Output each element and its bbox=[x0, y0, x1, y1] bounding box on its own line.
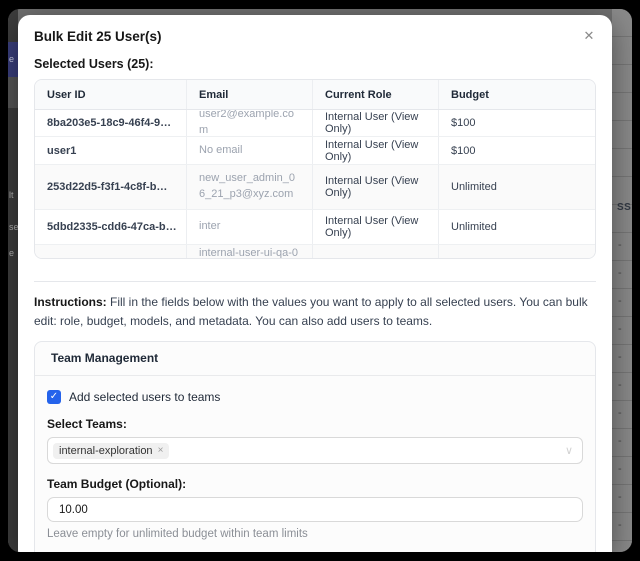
background-dash-value: - bbox=[618, 539, 630, 552]
column-header-current-role: Current Role bbox=[313, 80, 439, 109]
table-row: 8ba203e5-18c9-46f4-9…user2@example.comIn… bbox=[35, 110, 595, 137]
cell-budget: Unlimited bbox=[439, 210, 595, 244]
background-gray-button-fragment bbox=[8, 77, 18, 108]
selected-users-table: User ID Email Current Role Budget 8ba203… bbox=[34, 79, 596, 259]
divider bbox=[34, 281, 596, 282]
background-label-fragment: se bbox=[9, 222, 18, 232]
instructions-label: Instructions: bbox=[34, 295, 107, 309]
table-row: internal-user-ui-qa-06-28- bbox=[35, 245, 595, 259]
background-blue-button-fragment: e bbox=[8, 42, 18, 77]
team-management-card: Team Management ✓ Add selected users to … bbox=[34, 341, 596, 552]
remove-tag-icon[interactable]: × bbox=[158, 445, 164, 456]
close-icon[interactable]: ✕ bbox=[580, 27, 598, 45]
table-header-row: User ID Email Current Role Budget bbox=[35, 80, 595, 110]
background-dash-value: - bbox=[618, 511, 630, 539]
background-label-fragment: e bbox=[9, 248, 14, 258]
cell-email: internal-user-ui-qa-06-28- bbox=[187, 245, 313, 259]
background-label-fragment: lt bbox=[9, 190, 14, 200]
background-dash-value: - bbox=[618, 315, 630, 343]
add-users-to-teams-label[interactable]: Add selected users to teams bbox=[69, 390, 220, 404]
cell-role: Internal User (View Only) bbox=[313, 110, 439, 136]
background-dash-value: - bbox=[618, 427, 630, 455]
cell-id: 5dbd2335-cdd6-47ca-b… bbox=[35, 210, 187, 244]
select-teams-label: Select Teams: bbox=[47, 417, 583, 431]
dimmed-browser-window: e lt se e SS ------------ Bulk Edit 25 U… bbox=[8, 9, 632, 552]
background-dash-value: - bbox=[618, 399, 630, 427]
cell-id: 253d22d5-f3f1-4c8f-b… bbox=[35, 165, 187, 209]
cell-id: 8ba203e5-18c9-46f4-9… bbox=[35, 110, 187, 136]
column-header-user-id: User ID bbox=[35, 80, 187, 109]
table-row: 253d22d5-f3f1-4c8f-b…new_user_admin_06_2… bbox=[35, 165, 595, 210]
background-right-strip: SS ------------ bbox=[612, 9, 632, 552]
cell-id: user1 bbox=[35, 137, 187, 164]
cell-email: new_user_admin_06_21_p3@xyz.com bbox=[187, 165, 313, 209]
background-left-strip: e lt se e bbox=[8, 9, 18, 552]
chevron-down-icon: ∨ bbox=[565, 444, 573, 457]
cell-role: Internal User (View Only) bbox=[313, 165, 439, 209]
background-dash-value: - bbox=[618, 259, 630, 287]
budget-helper-text: Leave empty for unlimited budget within … bbox=[47, 528, 583, 540]
screenshot-frame: e lt se e SS ------------ Bulk Edit 25 U… bbox=[0, 0, 640, 561]
team-tag: internal-exploration × bbox=[53, 443, 169, 459]
cell-budget: $100 bbox=[439, 137, 595, 164]
add-users-to-teams-checkbox-row[interactable]: ✓ Add selected users to teams bbox=[47, 390, 583, 404]
table-body: 8ba203e5-18c9-46f4-9…user2@example.comIn… bbox=[35, 110, 595, 259]
column-header-email: Email bbox=[187, 80, 313, 109]
cell-id bbox=[35, 245, 187, 259]
background-dash-value: - bbox=[618, 483, 630, 511]
team-budget-input[interactable] bbox=[47, 497, 583, 522]
column-header-budget: Budget bbox=[439, 80, 595, 109]
background-column-header: SS bbox=[617, 202, 631, 213]
background-dash-value: - bbox=[618, 231, 630, 259]
background-button-text: e bbox=[9, 54, 14, 64]
team-management-body: ✓ Add selected users to teams Select Tea… bbox=[35, 376, 595, 552]
selected-users-label: Selected Users (25): bbox=[34, 57, 596, 71]
bulk-edit-modal: Bulk Edit 25 User(s) ✕ Selected Users (2… bbox=[18, 15, 612, 552]
cell-role: Internal User (View Only) bbox=[313, 137, 439, 164]
cell-budget: Unlimited bbox=[439, 165, 595, 209]
cell-email: No email bbox=[187, 137, 313, 164]
select-teams-input[interactable]: internal-exploration × ∨ bbox=[47, 437, 583, 464]
table-row: 5dbd2335-cdd6-47ca-b…interInternal User … bbox=[35, 210, 595, 245]
cell-budget bbox=[439, 245, 595, 259]
background-dash-value: - bbox=[618, 287, 630, 315]
team-management-title: Team Management bbox=[51, 351, 158, 365]
modal-title: Bulk Edit 25 User(s) bbox=[34, 29, 596, 44]
background-dash-value: - bbox=[618, 343, 630, 371]
team-budget-label: Team Budget (Optional): bbox=[47, 477, 583, 491]
table-row: user1No emailInternal User (View Only)$1… bbox=[35, 137, 595, 165]
checkbox-checked-icon[interactable]: ✓ bbox=[47, 390, 61, 404]
team-tag-label: internal-exploration bbox=[59, 445, 153, 457]
cell-budget: $100 bbox=[439, 110, 595, 136]
team-management-header: Team Management bbox=[35, 342, 595, 376]
cell-email: user2@example.com bbox=[187, 110, 313, 136]
cell-role: Internal User (View Only) bbox=[313, 210, 439, 244]
background-dash-value: - bbox=[618, 455, 630, 483]
instructions-body: Fill in the fields below with the values… bbox=[34, 295, 588, 328]
instructions-text: Instructions: Fill in the fields below w… bbox=[34, 293, 589, 331]
background-dash-value: - bbox=[618, 371, 630, 399]
cell-role bbox=[313, 245, 439, 259]
cell-email: inter bbox=[187, 210, 313, 244]
